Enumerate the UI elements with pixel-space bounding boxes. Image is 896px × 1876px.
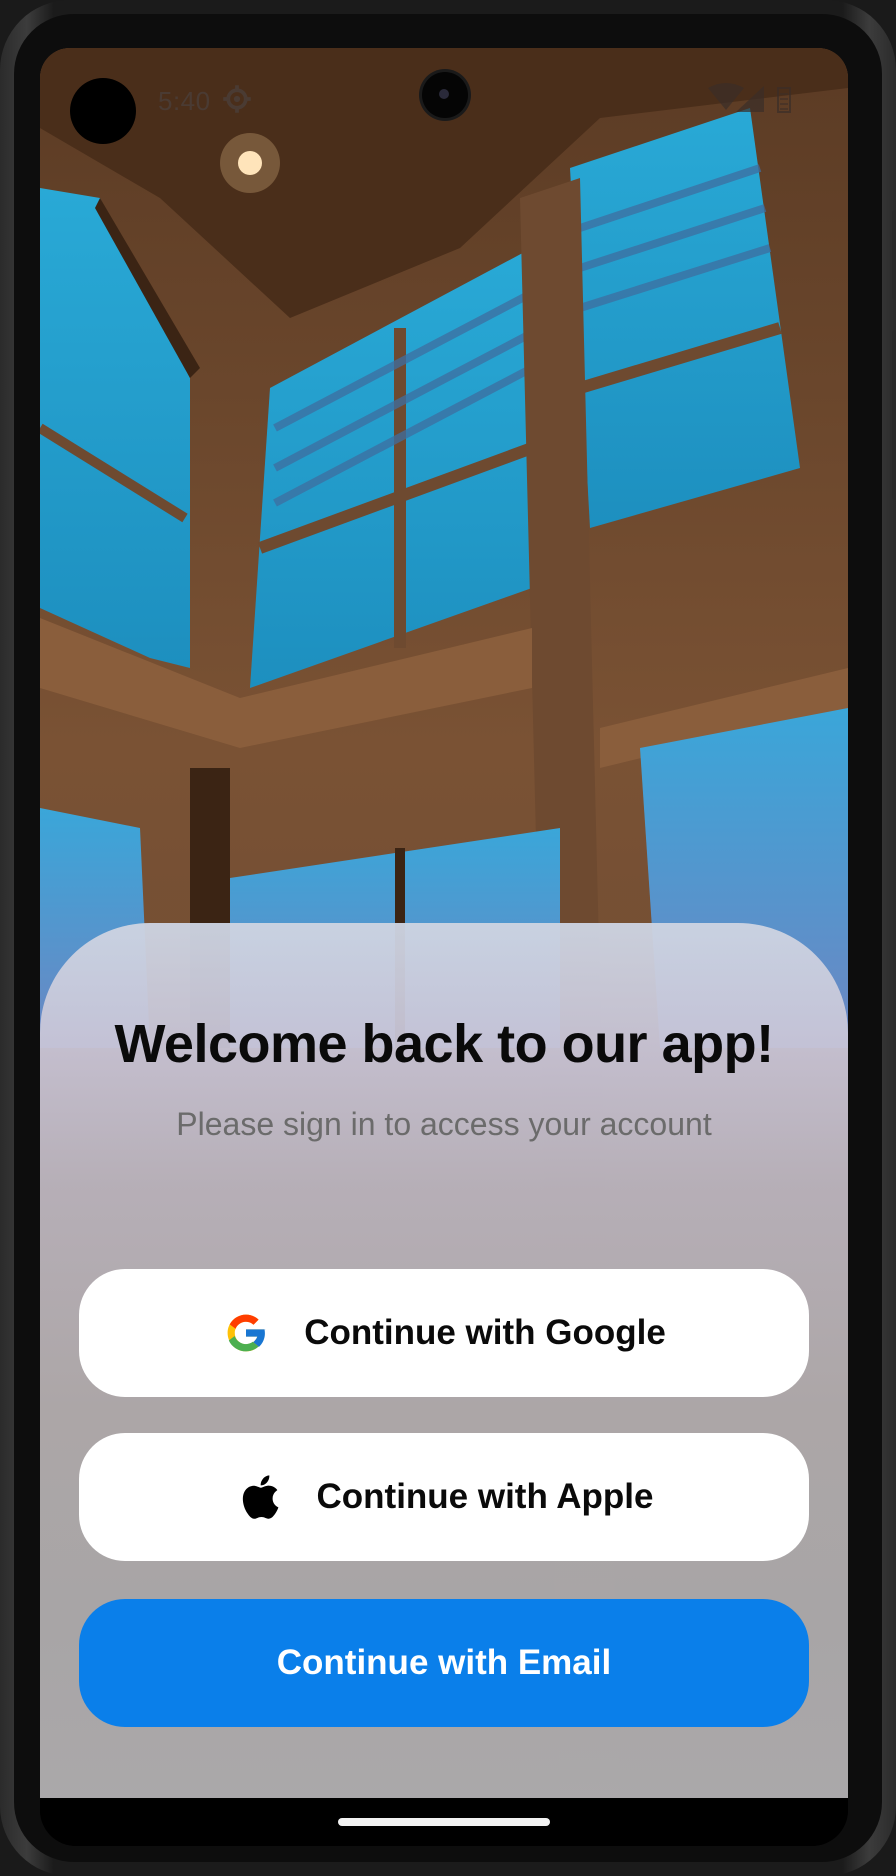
wifi-icon <box>708 83 744 110</box>
apple-button-label: Continue with Apple <box>316 1477 654 1516</box>
camera-lens <box>422 72 468 118</box>
google-button-label: Continue with Google <box>304 1313 666 1352</box>
gear-icon <box>223 85 251 113</box>
status-bar: 5:40 <box>40 48 848 148</box>
page-title: Welcome back to our app! <box>114 1014 774 1074</box>
front-camera-cutout <box>70 78 136 144</box>
volume-button <box>892 210 896 300</box>
continue-with-apple-button[interactable]: Continue with Apple <box>79 1433 809 1561</box>
phone-frame: 5:40 Welcome back to our app! Please sig… <box>0 0 896 1876</box>
status-icons <box>708 83 791 113</box>
login-sheet: Welcome back to our app! Please sign in … <box>40 923 848 1798</box>
page-subtitle: Please sign in to access your account <box>176 1106 712 1142</box>
screen: 5:40 Welcome back to our app! Please sig… <box>40 48 848 1846</box>
continue-with-google-button[interactable]: Continue with Google <box>79 1269 809 1397</box>
apple-icon <box>235 1473 283 1521</box>
home-indicator[interactable] <box>338 1818 550 1826</box>
power-button <box>892 330 896 500</box>
email-button-label: Continue with Email <box>276 1643 612 1682</box>
continue-with-email-button[interactable]: Continue with Email <box>79 1599 809 1727</box>
google-icon <box>222 1309 270 1357</box>
status-time: 5:40 <box>158 86 211 116</box>
navigation-bar <box>40 1798 848 1846</box>
